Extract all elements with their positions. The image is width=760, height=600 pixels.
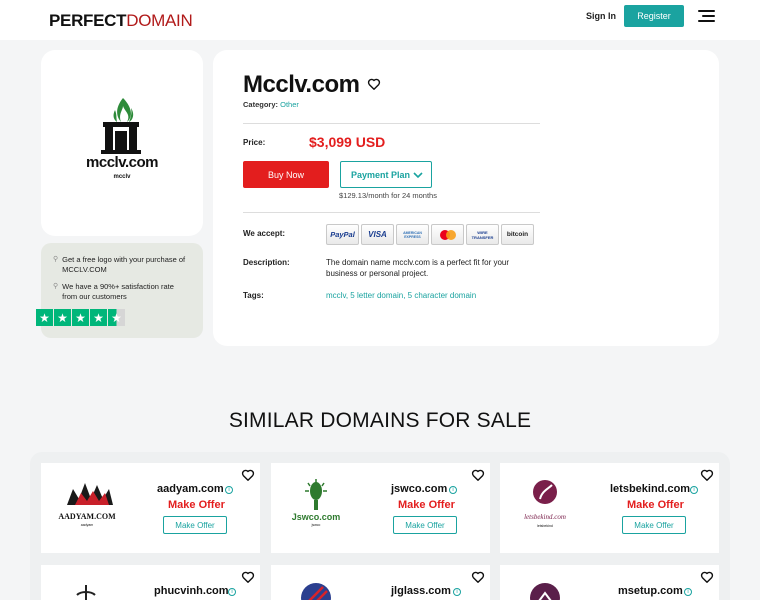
we-accept-label: We accept: (243, 229, 286, 238)
similar-domain-card[interactable]: jlglass.com i (271, 565, 490, 600)
similar-domain-card[interactable]: Jswco.com jswco jswco.com i Make Offer M… (271, 463, 490, 553)
similar-logo-text: AADYAM.COM (58, 512, 116, 521)
make-offer-button[interactable]: Make Offer (622, 516, 686, 534)
monthly-price: $129.13/month for 24 months (339, 191, 437, 200)
logo-subtext: mcclv (113, 174, 131, 180)
similar-domain-name[interactable]: letsbekind.com (610, 483, 690, 495)
domain-title: Mcclv.com (243, 71, 360, 98)
info-icon[interactable]: i (690, 486, 698, 494)
info-icon[interactable]: i (449, 486, 457, 494)
similar-domain-name[interactable]: msetup.com (618, 585, 683, 597)
similar-logo-text: Jswco.com (291, 512, 341, 522)
favorite-heart-icon[interactable] (241, 468, 255, 482)
chevron-down-icon (413, 172, 423, 179)
make-offer-label: Make Offer (627, 499, 684, 511)
trustpilot-rating: ★ ★ ★ ★ ★ (36, 309, 125, 326)
similar-domain-card[interactable]: letsbekind.com letsbekind letsbekind.com… (500, 463, 719, 553)
star-icon: ★ (72, 309, 89, 326)
category-label: Category: (243, 100, 279, 109)
favorite-heart-icon[interactable] (471, 570, 485, 584)
info-icon[interactable]: i (453, 588, 461, 596)
logo-part1: PERFECT (49, 11, 127, 30)
star-icon: ★ (54, 309, 71, 326)
paypal-icon: PayPal (326, 224, 359, 245)
info-icon[interactable]: i (225, 486, 233, 494)
register-button[interactable]: Register (624, 5, 684, 27)
payment-plan-dropdown[interactable]: Payment Plan (340, 161, 432, 188)
amex-icon: AMERICAN EXPRESS (396, 224, 429, 245)
domain-logo-card: mcclv.com mcclv (41, 50, 203, 236)
make-offer-label: Make Offer (398, 499, 455, 511)
pin-icon: ⚲ (53, 283, 59, 290)
half-star-icon: ★ (108, 309, 125, 326)
similar-domain-name[interactable]: phucvinh.com (154, 585, 229, 597)
tags-label: Tags: (243, 291, 264, 300)
category: Category: Other (243, 100, 299, 109)
make-offer-button[interactable]: Make Offer (163, 516, 227, 534)
jswco-logo-icon (305, 479, 327, 510)
favorite-heart-icon[interactable] (471, 468, 485, 482)
hamburger-icon[interactable] (698, 9, 715, 23)
price-value: $3,099 USD (309, 134, 386, 150)
info-icon[interactable]: i (228, 588, 236, 596)
payment-methods: PayPal VISA AMERICAN EXPRESS WIRE TRANSF… (326, 224, 534, 245)
similar-logo-subtext: letsbekind (537, 524, 553, 528)
favorite-heart-icon[interactable] (700, 468, 714, 482)
similar-domain-card[interactable]: AADYAM.COM aadyam aadyam.com i Make Offe… (41, 463, 260, 553)
similar-domain-name[interactable]: jlglass.com (391, 585, 451, 597)
favorite-heart-icon[interactable] (700, 570, 714, 584)
satisfaction-note: ⚲ We have a 90%+ satisfaction rate from o… (53, 282, 174, 302)
pin-icon: ⚲ (53, 256, 59, 263)
similar-domain-card[interactable]: phucvinh.com i (41, 565, 260, 600)
tags-list[interactable]: mcclv, 5 letter domain, 5 character doma… (326, 291, 476, 300)
similar-logo-subtext: aadyam (80, 523, 94, 527)
price-label: Price: (243, 138, 266, 147)
description-text: The domain name mcclv.com is a perfect f… (326, 258, 510, 278)
free-logo-domain: MCCLV.COM (62, 265, 107, 274)
category-link[interactable]: Other (280, 100, 299, 109)
similar-domain-card[interactable]: msetup.com i (500, 565, 719, 600)
logo-text: mcclv.com (86, 154, 158, 171)
favorite-heart-icon[interactable] (367, 77, 381, 91)
satisfaction-text-1: We have a 90%+ satisfaction rate (62, 282, 174, 291)
jlglass-logo-icon (301, 583, 331, 600)
similar-domain-name[interactable]: jswco.com (391, 483, 447, 495)
mastercard-icon (431, 224, 464, 245)
favorite-heart-icon[interactable] (241, 570, 255, 584)
buy-now-button[interactable]: Buy Now (243, 161, 329, 188)
divider (243, 123, 540, 124)
letsbekind-logo-icon (533, 480, 557, 504)
star-icon: ★ (90, 309, 107, 326)
similar-logo-subtext: jswco (311, 523, 321, 527)
msetup-logo-icon (530, 583, 560, 600)
domain-logo-image (101, 98, 141, 154)
description-label: Description: (243, 258, 290, 267)
free-logo-text: Get a free logo with your purchase of (62, 255, 186, 264)
similar-domain-name[interactable]: aadyam.com (157, 483, 224, 495)
visa-icon: VISA (361, 224, 394, 245)
star-icon: ★ (36, 309, 53, 326)
make-offer-button[interactable]: Make Offer (393, 516, 457, 534)
sign-in-link[interactable]: Sign In (586, 11, 616, 21)
free-logo-note: ⚲ Get a free logo with your purchase of M… (53, 255, 185, 275)
bitcoin-icon: bitcoin (501, 224, 534, 245)
site-header: PERFECTDOMAIN Sign In Register (0, 0, 760, 40)
wire-transfer-icon: WIRE TRANSFER (466, 224, 499, 245)
payment-plan-label: Payment Plan (351, 169, 411, 180)
phucvinh-logo-icon (76, 585, 96, 600)
divider (243, 212, 540, 213)
satisfaction-text-2: from our customers (62, 292, 127, 301)
make-offer-label: Make Offer (168, 499, 225, 511)
site-logo[interactable]: PERFECTDOMAIN (49, 11, 193, 31)
similar-logo-text: letsbekind.com (524, 513, 566, 521)
info-icon[interactable]: i (684, 588, 692, 596)
similar-domains-heading: SIMILAR DOMAINS FOR SALE (228, 409, 532, 432)
logo-part2: DOMAIN (126, 11, 193, 30)
